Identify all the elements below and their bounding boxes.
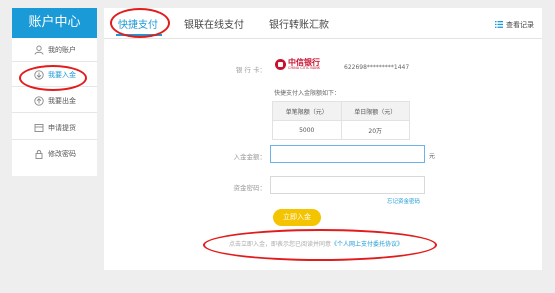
single-limit-header: 单笔限额（元）: [272, 101, 342, 121]
agreement-prefix: 点击立即入金，即表示您已阅读并同意: [229, 241, 332, 248]
sidebar-item-label: 我要入金: [48, 70, 76, 79]
table-row: 5000 20万: [272, 120, 410, 140]
user-icon: [34, 45, 44, 55]
deposit-icon: [34, 69, 44, 80]
amount-field[interactable]: [270, 145, 425, 168]
bank-logo: 中信银行 CHINA CITIC BANK: [275, 59, 320, 71]
sidebar-item-my-account[interactable]: 我的账户: [12, 38, 97, 62]
sidebar-item-label: 我要出金: [48, 96, 76, 105]
sidebar-item-label: 修改密码: [48, 150, 76, 158]
active-tab-indicator: [116, 34, 162, 36]
bank-name-en: CHINA CITIC BANK: [288, 66, 321, 70]
limit-title: 快捷支付入金限额如下：: [274, 90, 341, 97]
submit-deposit-button[interactable]: 立即入金: [273, 209, 321, 226]
sidebar-item-change-password[interactable]: 修改密码: [12, 142, 97, 166]
withdraw-icon: [34, 95, 44, 106]
sidebar-title: 账户中心: [12, 8, 97, 38]
amount-input[interactable]: [271, 151, 424, 168]
single-limit-value: 5000: [272, 120, 342, 140]
account-sidebar: 账户中心 我的账户 我要入金 我要出金 申请提货 修改密码: [12, 8, 97, 176]
password-field[interactable]: [270, 176, 425, 199]
agreement-link[interactable]: 《个人网上支付委托协议》: [331, 241, 403, 248]
tabs-divider: [104, 38, 542, 39]
tab-bank-transfer[interactable]: 银行转账汇款: [269, 16, 329, 31]
table-header-row: 单笔限额（元） 单日限额（元）: [272, 101, 410, 121]
password-label: 资金密码：: [233, 184, 267, 192]
bank-card-label: 银 行 卡：: [235, 66, 266, 74]
daily-limit-header: 单日限额（元）: [340, 101, 410, 121]
limit-table: 单笔限额（元） 单日限额（元） 5000 20万: [272, 101, 410, 140]
amount-unit: 元: [429, 153, 436, 160]
agreement-text: 点击立即入金，即表示您已阅读并同意《个人网上支付委托协议》: [229, 239, 403, 248]
tab-unionpay-online[interactable]: 银联在线支付: [184, 16, 244, 31]
view-records-link[interactable]: 查看记录: [495, 20, 534, 30]
list-icon: [495, 20, 503, 30]
card-number: 622698*********1447: [344, 64, 410, 71]
amount-label: 入金金额：: [233, 153, 267, 161]
view-records-label: 查看记录: [506, 21, 534, 29]
sidebar-item-deposit[interactable]: 我要入金: [12, 63, 97, 87]
sidebar-item-label: 我的账户: [48, 45, 76, 54]
daily-limit-value: 20万: [340, 120, 410, 140]
lock-icon: [34, 149, 44, 159]
sidebar-item-pickup[interactable]: 申请提货: [12, 116, 97, 140]
pickup-icon: [34, 123, 44, 133]
sidebar-item-withdraw[interactable]: 我要出金: [12, 89, 97, 113]
forgot-password-link[interactable]: 忘记资金密码: [387, 197, 420, 205]
sidebar-item-label: 申请提货: [48, 123, 76, 132]
payment-panel: 快捷支付 银联在线支付 银行转账汇款 查看记录 银 行 卡： 中信银行 CHIN…: [104, 8, 542, 270]
tab-quick-pay[interactable]: 快捷支付: [118, 16, 158, 31]
citic-bank-icon: [275, 59, 286, 71]
